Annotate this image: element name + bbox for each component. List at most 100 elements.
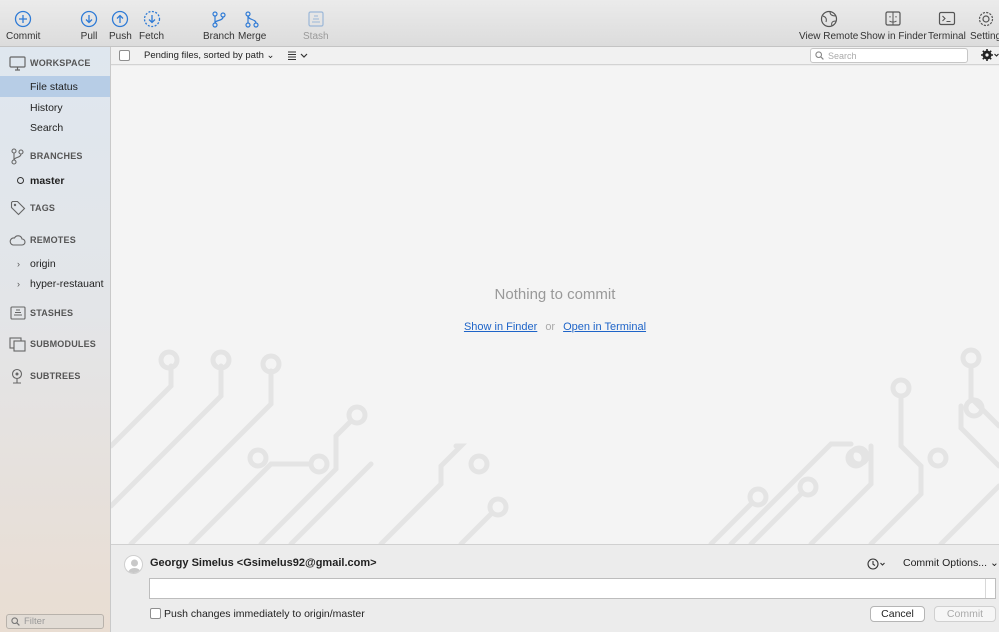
filter-placeholder: Filter	[24, 616, 46, 627]
avatar	[124, 555, 143, 574]
fetch-label: Fetch	[139, 31, 165, 42]
branch-button[interactable]: Branch	[203, 10, 235, 42]
select-all-checkbox[interactable]	[119, 50, 130, 61]
show-in-finder-button[interactable]: Show in Finder	[860, 10, 927, 42]
settings-button[interactable]: Setting	[970, 10, 999, 42]
stash-label: Stash	[303, 31, 329, 42]
view-mode-dropdown[interactable]	[287, 50, 309, 61]
sidebar-section-tags[interactable]: TAGS	[0, 197, 111, 219]
open-in-terminal-link[interactable]: Open in Terminal	[563, 321, 646, 333]
search-icon	[11, 617, 20, 626]
stash-icon	[307, 10, 325, 28]
sidebar-item-label: master	[30, 174, 65, 187]
sidebar-item-label: History	[30, 101, 63, 114]
file-search-input[interactable]: Search	[810, 48, 968, 63]
file-status-pane: Nothing to commit Show in Finder or Open i…	[111, 66, 999, 544]
push-immediately-label: Push changes immediately to origin/maste…	[164, 608, 365, 620]
fetch-icon	[143, 10, 161, 28]
sidebar-item-history[interactable]: History	[0, 97, 110, 118]
commit-options-label: Commit Options...	[903, 557, 988, 569]
stash-button[interactable]: Stash	[303, 10, 329, 42]
empty-state-actions: Show in Finder or Open in Terminal	[111, 321, 999, 333]
chevron-down-icon: ⌄	[266, 50, 275, 61]
workspace-heading: WORKSPACE	[30, 58, 91, 68]
sidebar-item-label: Search	[30, 121, 64, 134]
chevron-down-icon: ⌄	[989, 557, 999, 569]
cancel-button[interactable]: Cancel	[870, 606, 925, 622]
list-icon	[288, 51, 308, 60]
submodules-heading: SUBMODULES	[30, 339, 97, 349]
merge-button[interactable]: Merge	[238, 10, 266, 42]
sidebar: WORKSPACE File status History Search BRA…	[0, 47, 111, 632]
sort-dropdown[interactable]: Pending files, sorted by path ⌄	[144, 50, 275, 61]
tags-heading: TAGS	[30, 203, 56, 213]
pull-arrow-icon	[80, 10, 98, 28]
sidebar-section-remotes[interactable]: REMOTES	[0, 229, 111, 251]
sidebar-section-stashes[interactable]: STASHES	[0, 302, 111, 324]
sidebar-item-hyper-restauant[interactable]: › hyper-restauant	[0, 273, 110, 294]
branch-icon	[210, 10, 228, 28]
show-in-finder-link[interactable]: Show in Finder	[464, 321, 537, 333]
search-icon	[815, 51, 824, 60]
sort-label: Pending files, sorted by path	[144, 50, 264, 61]
chevron-right-icon[interactable]: ›	[17, 259, 20, 269]
subtree-icon	[9, 368, 26, 385]
sidebar-section-subtrees[interactable]: SUBTREES	[0, 365, 111, 387]
merge-icon	[243, 10, 261, 28]
sidebar-item-file-status[interactable]: File status	[0, 76, 110, 97]
sidebar-filter-input[interactable]: Filter	[6, 614, 104, 629]
commit-options-dropdown[interactable]: Commit Options... ⌄	[903, 557, 999, 569]
commit-button[interactable]: Commit	[6, 10, 40, 42]
pull-label: Pull	[80, 31, 98, 42]
options-gear-dropdown[interactable]	[981, 48, 999, 62]
sidebar-section-branches[interactable]: BRANCHES	[0, 145, 111, 167]
sidebar-item-master[interactable]: master	[0, 170, 110, 191]
gear-icon	[981, 49, 999, 61]
subtrees-heading: SUBTREES	[30, 371, 81, 381]
sidebar-item-search[interactable]: Search	[0, 117, 110, 138]
pull-button[interactable]: Pull	[80, 10, 98, 42]
search-placeholder: Search	[828, 50, 857, 61]
toolbar: Commit Pull Push Fetch Branch Merge Stas…	[0, 0, 999, 47]
sidebar-item-label: hyper-restauant	[30, 277, 104, 290]
submodule-icon	[9, 336, 26, 353]
sidebar-section-submodules[interactable]: SUBMODULES	[0, 333, 111, 355]
branch-icon	[9, 147, 26, 165]
sidebar-section-workspace[interactable]: WORKSPACE	[0, 52, 111, 74]
terminal-button[interactable]: Terminal	[928, 10, 966, 42]
user-silhouette-icon	[127, 559, 142, 573]
merge-label: Merge	[238, 31, 267, 42]
clock-icon	[867, 558, 885, 570]
commit-message-input[interactable]	[149, 578, 996, 599]
plus-circle-icon	[14, 10, 32, 28]
sidebar-item-origin[interactable]: › origin	[0, 253, 110, 274]
gear-icon	[977, 10, 995, 28]
file-filter-bar: Pending files, sorted by path ⌄ Search	[111, 47, 999, 65]
commit-history-dropdown[interactable]	[867, 558, 887, 570]
terminal-icon	[938, 10, 956, 28]
branch-label: Branch	[203, 31, 235, 42]
chevron-right-icon[interactable]: ›	[17, 279, 20, 289]
push-arrow-icon	[111, 10, 129, 28]
branches-heading: BRANCHES	[30, 151, 83, 161]
tag-icon	[9, 200, 26, 217]
fetch-button[interactable]: Fetch	[139, 10, 164, 42]
sidebar-item-label: origin	[30, 257, 56, 270]
stash-icon	[9, 305, 26, 322]
globe-icon	[820, 10, 838, 28]
commit-author: Georgy Simelus <Gsimelus92@gmail.com>	[150, 557, 377, 569]
empty-state-message: Nothing to commit	[494, 286, 616, 303]
sidebar-item-label: File status	[30, 80, 78, 93]
or-separator: or	[545, 321, 556, 333]
push-button[interactable]: Push	[109, 10, 132, 42]
commit-message-scrollbar[interactable]	[985, 579, 995, 598]
remotes-heading: REMOTES	[30, 235, 76, 245]
push-label: Push	[109, 31, 132, 42]
circuit-background-pattern	[111, 347, 999, 544]
push-immediately-checkbox[interactable]	[150, 608, 161, 619]
view-remote-label: View Remote	[799, 31, 859, 42]
commit-submit-button[interactable]: Commit	[934, 606, 996, 622]
cloud-icon	[9, 232, 26, 249]
view-remote-button[interactable]: View Remote	[799, 10, 858, 42]
settings-label: Setting	[970, 31, 999, 42]
